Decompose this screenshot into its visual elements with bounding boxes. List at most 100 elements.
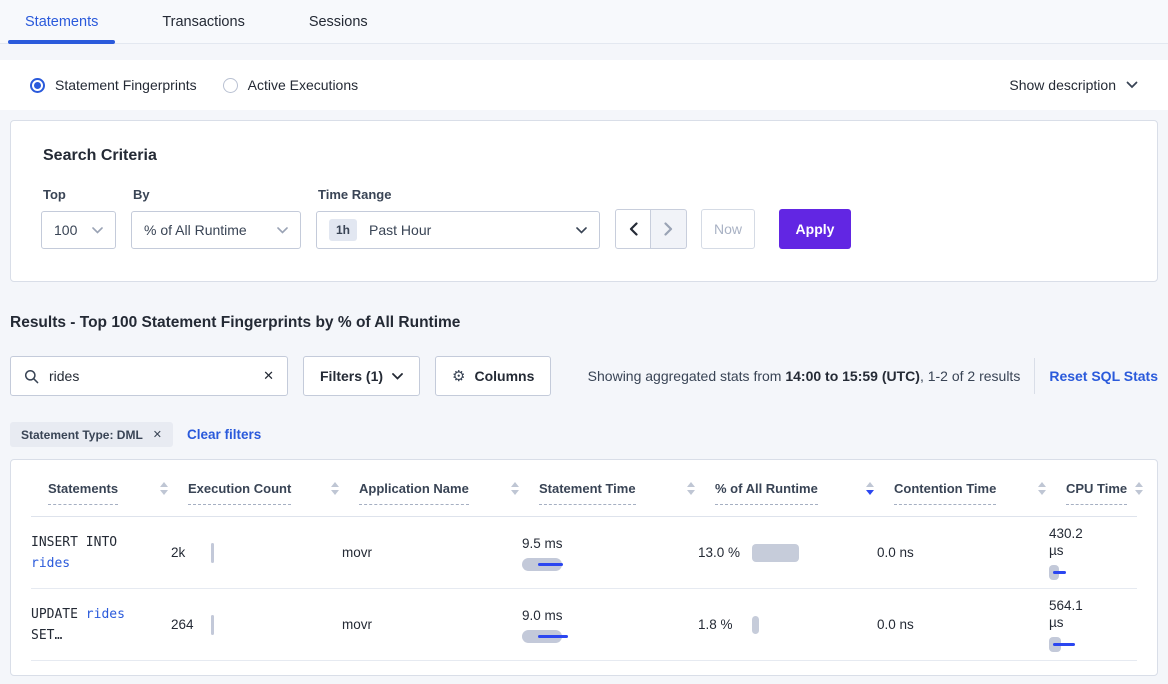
time-range-badge: 1h (329, 219, 357, 241)
sort-asc-icon (687, 482, 695, 487)
search-criteria-title: Search Criteria (43, 147, 1127, 165)
sort-desc-icon (331, 490, 339, 495)
sort-desc-icon (511, 490, 519, 495)
by-field-group: By % of All Runtime (131, 187, 301, 249)
chevron-down-icon (277, 227, 288, 234)
sort-asc-icon (331, 482, 339, 487)
radio-label: Statement Fingerprints (55, 77, 197, 93)
statement-fingerprint-link[interactable]: rides (31, 556, 70, 571)
execution-count-value: 2k (171, 545, 211, 560)
cpu-time-cell-bar (1049, 565, 1059, 580)
cpu-time-cell: 430.2 µs (1049, 525, 1137, 580)
column-header-application-name[interactable]: Application Name (359, 481, 539, 496)
statement-line: INSERT INTO (31, 532, 147, 553)
previous-time-window-button[interactable] (615, 209, 651, 249)
column-header-execution-count[interactable]: Execution Count (188, 481, 359, 496)
sort-icon[interactable] (152, 482, 168, 495)
statement-time-cell-bar (522, 558, 562, 571)
column-header-of-all-runtime[interactable]: % of All Runtime (715, 481, 894, 496)
columns-button[interactable]: ⚙ Columns (435, 356, 551, 396)
cpu-time-cell-stddev-line (1053, 643, 1075, 646)
sort-icon[interactable] (679, 482, 695, 495)
by-label: By (133, 187, 301, 202)
sort-desc-icon (160, 490, 168, 495)
clear-filters-link[interactable]: Clear filters (187, 427, 261, 442)
statement-time-cell-bar (522, 630, 562, 643)
statement-time-cell: 9.0 ms (522, 607, 698, 643)
chevron-down-icon (92, 227, 103, 234)
show-description-toggle[interactable]: Show description (1009, 77, 1138, 93)
column-header-statements[interactable]: Statements (48, 481, 188, 496)
statement-text: UPDATE (31, 607, 86, 622)
tab-statements[interactable]: Statements (8, 0, 115, 43)
filters-button[interactable]: Filters (1) (303, 356, 420, 396)
time-range-select[interactable]: 1h Past Hour (316, 211, 600, 249)
top-tab-bar: Statements Transactions Sessions (0, 0, 1168, 44)
top-label: Top (43, 187, 116, 202)
execution-count-cell: 2k (171, 543, 342, 563)
column-header-statement-time[interactable]: Statement Time (539, 481, 715, 496)
statement-cell: INSERT INTO rides (31, 532, 171, 574)
column-header-cpu-time[interactable]: CPU Time (1066, 481, 1158, 496)
show-description-label: Show description (1009, 77, 1116, 93)
time-range-field-group: Time Range 1h Past Hour (316, 187, 600, 249)
arrow-right-icon (664, 222, 673, 236)
sort-icon[interactable] (1030, 482, 1046, 495)
statement-line: rides (31, 553, 147, 574)
pct-runtime-cell: 1.8 % (698, 616, 877, 634)
top-select[interactable]: 100 (41, 211, 116, 249)
column-header-contention-time[interactable]: Contention Time (894, 481, 1066, 496)
execution-count-cell: 264 (171, 615, 342, 635)
apply-button[interactable]: Apply (779, 209, 851, 249)
contention-time-cell: 0.0 ns (877, 617, 1049, 632)
column-header-label: Execution Count (188, 481, 291, 496)
sort-icon[interactable] (1127, 482, 1143, 495)
statement-time-cell-value: 9.5 ms (522, 535, 674, 552)
radio-label: Active Executions (248, 77, 359, 93)
statement-fingerprint-link[interactable]: rides (86, 607, 125, 622)
search-box[interactable]: ✕ (10, 356, 288, 396)
radio-active-executions[interactable]: Active Executions (223, 77, 359, 93)
pct-runtime-bar (752, 544, 799, 562)
active-filters-row: Statement Type: DML ✕ Clear filters (10, 422, 1158, 447)
radio-unselected-icon[interactable] (223, 78, 238, 93)
next-time-window-button[interactable] (651, 209, 687, 249)
statement-time-cell: 9.5 ms (522, 535, 698, 571)
tab-transactions[interactable]: Transactions (145, 0, 261, 43)
time-window-arrows (615, 209, 687, 249)
execution-count-bar (211, 615, 214, 635)
filter-chip-statement-type[interactable]: Statement Type: DML ✕ (10, 422, 173, 447)
sort-desc-icon (866, 490, 874, 495)
sort-asc-icon (1135, 482, 1143, 487)
statement-cell: UPDATE ridesSET… (31, 604, 171, 646)
cpu-time-cell-value: 564.1 µs (1049, 597, 1101, 631)
sort-icon[interactable] (503, 482, 519, 495)
arrow-left-icon (629, 222, 638, 236)
column-header-label: Application Name (359, 481, 469, 496)
sort-asc-icon (511, 482, 519, 487)
radio-selected-icon[interactable] (30, 78, 45, 93)
statement-line: UPDATE rides (31, 604, 147, 625)
application-name-value: movr (342, 545, 372, 560)
execution-count-bar (211, 543, 214, 563)
sort-asc-icon (160, 482, 168, 487)
application-name-value: movr (342, 617, 372, 632)
search-input[interactable] (49, 368, 263, 384)
cpu-time-cell-stddev-line (1053, 571, 1066, 574)
now-button[interactable]: Now (701, 209, 755, 249)
sort-icon[interactable] (858, 482, 874, 495)
chip-close-icon[interactable]: ✕ (153, 428, 162, 441)
chevron-down-icon (1126, 81, 1138, 89)
tab-sessions[interactable]: Sessions (292, 0, 385, 43)
clear-search-icon[interactable]: ✕ (263, 368, 274, 384)
sort-asc-icon (1038, 482, 1046, 487)
by-select[interactable]: % of All Runtime (131, 211, 301, 249)
filters-label: Filters (1) (320, 368, 383, 384)
statement-line: SET… (31, 625, 147, 646)
sort-icon[interactable] (323, 482, 339, 495)
time-range-value: Past Hour (369, 222, 431, 238)
statement-time-cell-stddev-line (538, 563, 563, 566)
chevron-down-icon (576, 227, 587, 234)
reset-sql-stats-link[interactable]: Reset SQL Stats (1049, 368, 1158, 384)
radio-statement-fingerprints[interactable]: Statement Fingerprints (30, 77, 197, 93)
